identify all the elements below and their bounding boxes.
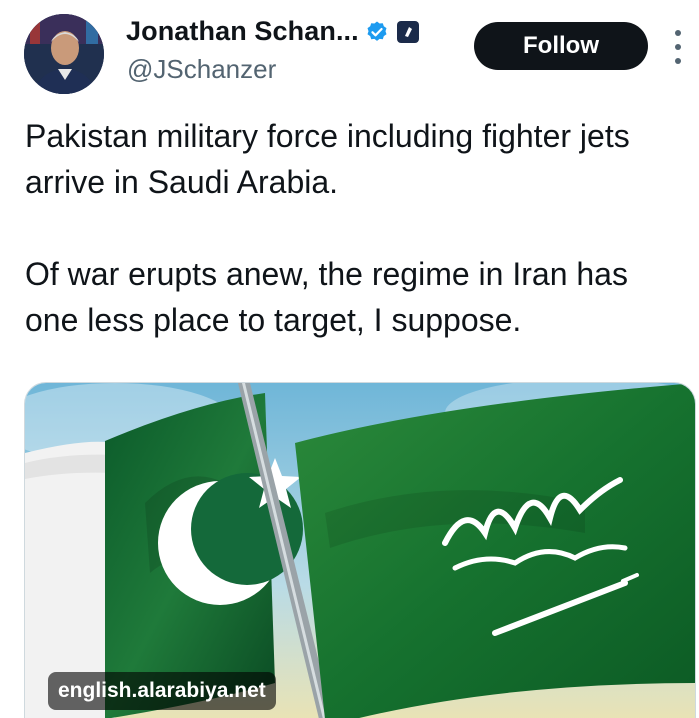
author-avatar[interactable] (24, 14, 104, 94)
tweet-media-image[interactable] (24, 382, 696, 718)
affiliate-badge-icon (396, 20, 419, 43)
author-name-row: Jonathan Schan... (126, 16, 419, 47)
tweet-paragraph: Of war erupts anew, the regime in Iran h… (25, 256, 628, 338)
more-options-icon[interactable] (666, 30, 690, 64)
media-source-label[interactable]: english.alarabiya.net (48, 672, 276, 710)
tweet-paragraph: Pakistan military force including fighte… (25, 118, 630, 200)
flags-photo (25, 383, 695, 718)
tweet-text: Pakistan military force including fighte… (25, 113, 685, 343)
verified-badge-icon (367, 21, 387, 41)
author-handle[interactable]: @JSchanzer (127, 54, 276, 85)
author-display-name[interactable]: Jonathan Schan... (126, 16, 359, 47)
follow-button[interactable]: Follow (474, 22, 648, 70)
avatar-image (24, 14, 104, 94)
